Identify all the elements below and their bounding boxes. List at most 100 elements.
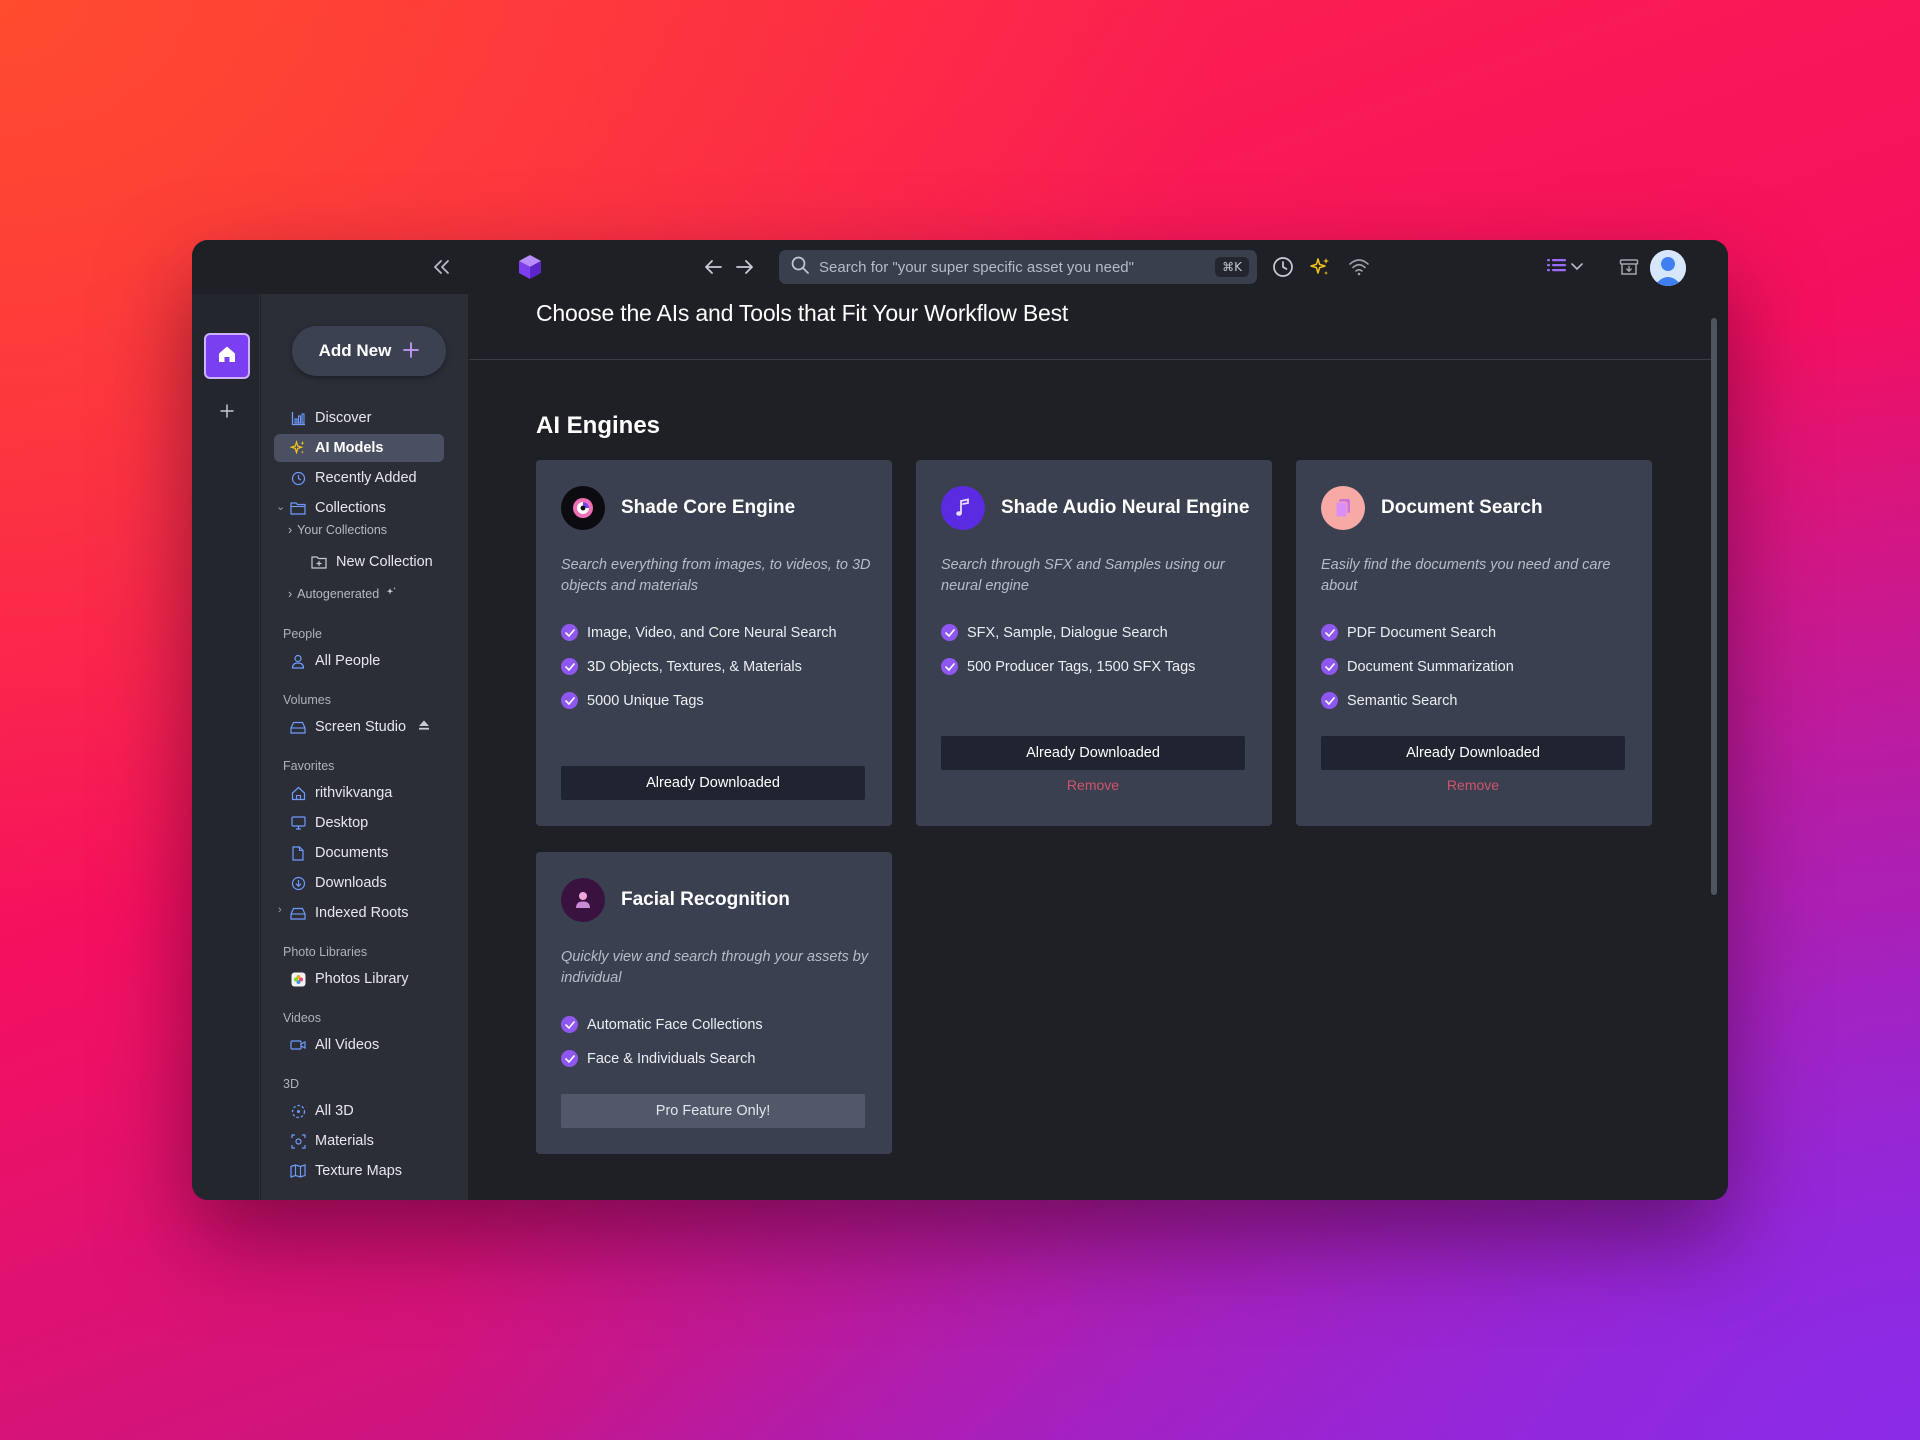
already-downloaded-button[interactable]: Already Downloaded	[561, 766, 865, 800]
music-note-icon	[941, 486, 985, 530]
sidebar-item-your-collections[interactable]: › Your Collections	[288, 523, 387, 537]
card-description: Quickly view and search through your ass…	[561, 949, 869, 986]
chevron-right-icon: ›	[288, 586, 293, 601]
search-input[interactable]	[819, 258, 1216, 276]
sidebar-item-ai-models[interactable]: AI Models	[274, 434, 444, 462]
home-icon	[217, 344, 237, 369]
already-downloaded-button[interactable]: Already Downloaded	[1321, 736, 1625, 770]
view-mode-menu[interactable]	[1544, 252, 1586, 282]
add-workspace-button[interactable]	[214, 398, 240, 424]
engine-card-shade-core: Shade Core Engine Search everything from…	[536, 460, 892, 826]
drive-icon	[290, 905, 306, 921]
search-bar[interactable]: ⌘K	[779, 250, 1257, 284]
sidebar-item-screen-studio[interactable]: Screen Studio	[274, 713, 444, 741]
sidebar-item-desktop[interactable]: Desktop	[274, 809, 444, 837]
card-description: Search everything from images, to videos…	[561, 557, 871, 594]
sidebar-item-label: New Collection	[336, 554, 433, 570]
back-arrow-icon[interactable]	[700, 253, 728, 281]
folder-icon	[290, 500, 306, 516]
add-new-button[interactable]: Add New	[292, 326, 446, 376]
section-heading-photo-libraries: Photo Libraries	[283, 945, 368, 959]
feature-label: Semantic Search	[1347, 692, 1458, 709]
section-heading-favorites: Favorites	[283, 759, 335, 773]
app-logo-icon	[515, 252, 545, 282]
sidebar-item-all-people[interactable]: All People	[274, 647, 444, 675]
sidebar-item-downloads[interactable]: Downloads	[274, 869, 444, 897]
feature-label: PDF Document Search	[1347, 624, 1497, 641]
check-circle-icon	[1321, 624, 1338, 641]
plus-icon	[403, 339, 420, 363]
sidebar-item-all-3d[interactable]: All 3D	[274, 1097, 444, 1125]
already-downloaded-button[interactable]: Already Downloaded	[941, 736, 1245, 770]
feature-item: PDF Document Search	[1321, 624, 1496, 641]
photos-icon	[290, 971, 306, 987]
scrollbar[interactable]	[1711, 318, 1717, 895]
sparkle-icon	[290, 440, 306, 456]
plus-icon	[220, 398, 234, 424]
sidebar-item-label: All People	[315, 653, 381, 669]
check-circle-icon	[1321, 692, 1338, 709]
section-heading-videos: Videos	[283, 1011, 321, 1025]
sidebar-item-label: Indexed Roots	[315, 905, 409, 921]
home-button[interactable]	[204, 333, 250, 379]
document-icon	[1321, 486, 1365, 530]
engine-card-facial-recognition: Facial Recognition Quickly view and sear…	[536, 852, 892, 1154]
check-circle-icon	[561, 692, 578, 709]
monitor-icon	[290, 815, 306, 831]
pro-feature-button[interactable]: Pro Feature Only!	[561, 1094, 865, 1128]
sidebar-item-rithvikvanga[interactable]: rithvikvanga	[274, 779, 444, 807]
download-icon	[290, 875, 306, 891]
sidebar-item-materials[interactable]: Materials	[274, 1127, 444, 1155]
user-avatar[interactable]	[1650, 250, 1686, 286]
sidebar-item-texture-maps[interactable]: Texture Maps	[274, 1157, 444, 1185]
check-circle-icon	[1321, 658, 1338, 675]
sidebar-item-documents[interactable]: Documents	[274, 839, 444, 867]
section-heading-3d: 3D	[283, 1077, 299, 1091]
sidebar-item-label: All Videos	[315, 1037, 380, 1053]
left-rail	[192, 294, 260, 1200]
sidebar-item-recently-added[interactable]: Recently Added	[274, 464, 444, 492]
check-circle-icon	[941, 624, 958, 641]
remove-link[interactable]: Remove	[1321, 777, 1625, 793]
sidebar-item-discover[interactable]: Discover	[274, 404, 444, 432]
sidebar-item-autogenerated[interactable]: › Autogenerated	[288, 586, 397, 601]
sidebar-item-label: Desktop	[315, 815, 369, 831]
feature-item: Semantic Search	[1321, 692, 1457, 709]
sidebar-item-label: Discover	[315, 410, 372, 426]
check-circle-icon	[561, 1050, 578, 1067]
app-window: ⌘K	[192, 240, 1728, 1200]
engine-card-shade-audio: Shade Audio Neural Engine Search through…	[916, 460, 1272, 826]
sidebar-item-all-videos[interactable]: All Videos	[274, 1031, 444, 1059]
add-new-label: Add New	[318, 341, 392, 360]
engine-card-document-search: Document Search Easily find the document…	[1296, 460, 1652, 826]
clock-icon	[290, 470, 306, 486]
remove-link[interactable]: Remove	[941, 777, 1245, 793]
sidebar-item-label: Downloads	[315, 875, 387, 891]
list-view-icon	[1547, 257, 1567, 278]
feature-label: Automatic Face Collections	[587, 1016, 763, 1033]
feature-item: 5000 Unique Tags	[561, 692, 704, 709]
top-bar: ⌘K	[192, 240, 1728, 294]
search-icon	[791, 256, 809, 279]
material-icon	[290, 1133, 306, 1149]
sidebar-item-new-collection[interactable]: New Collection	[295, 548, 445, 576]
eject-icon[interactable]	[418, 719, 430, 735]
forward-arrow-icon[interactable]	[730, 253, 758, 281]
divider	[469, 359, 1712, 360]
sidebar-item-photos-library[interactable]: Photos Library	[274, 965, 444, 993]
ai-sparkle-icon[interactable]	[1305, 252, 1335, 282]
archive-icon[interactable]	[1614, 252, 1644, 282]
sidebar-item-label: Collections	[315, 500, 386, 516]
folder-plus-icon	[311, 554, 327, 570]
wifi-icon[interactable]	[1344, 252, 1374, 282]
sidebar: Add New Discover AI Models Recently Adde…	[261, 294, 468, 1200]
video-camera-icon	[290, 1037, 306, 1053]
feature-item: 3D Objects, Textures, & Materials	[561, 658, 802, 675]
sidebar-item-indexed-roots[interactable]: Indexed Roots	[274, 899, 444, 927]
card-title: Shade Core Engine	[621, 497, 796, 518]
sidebar-item-label: Photos Library	[315, 971, 409, 987]
history-clock-icon[interactable]	[1268, 252, 1298, 282]
collapse-sidebar-icon[interactable]	[428, 253, 456, 281]
sidebar-item-collections[interactable]: Collections	[274, 494, 444, 522]
card-title: Document Search	[1381, 497, 1543, 518]
